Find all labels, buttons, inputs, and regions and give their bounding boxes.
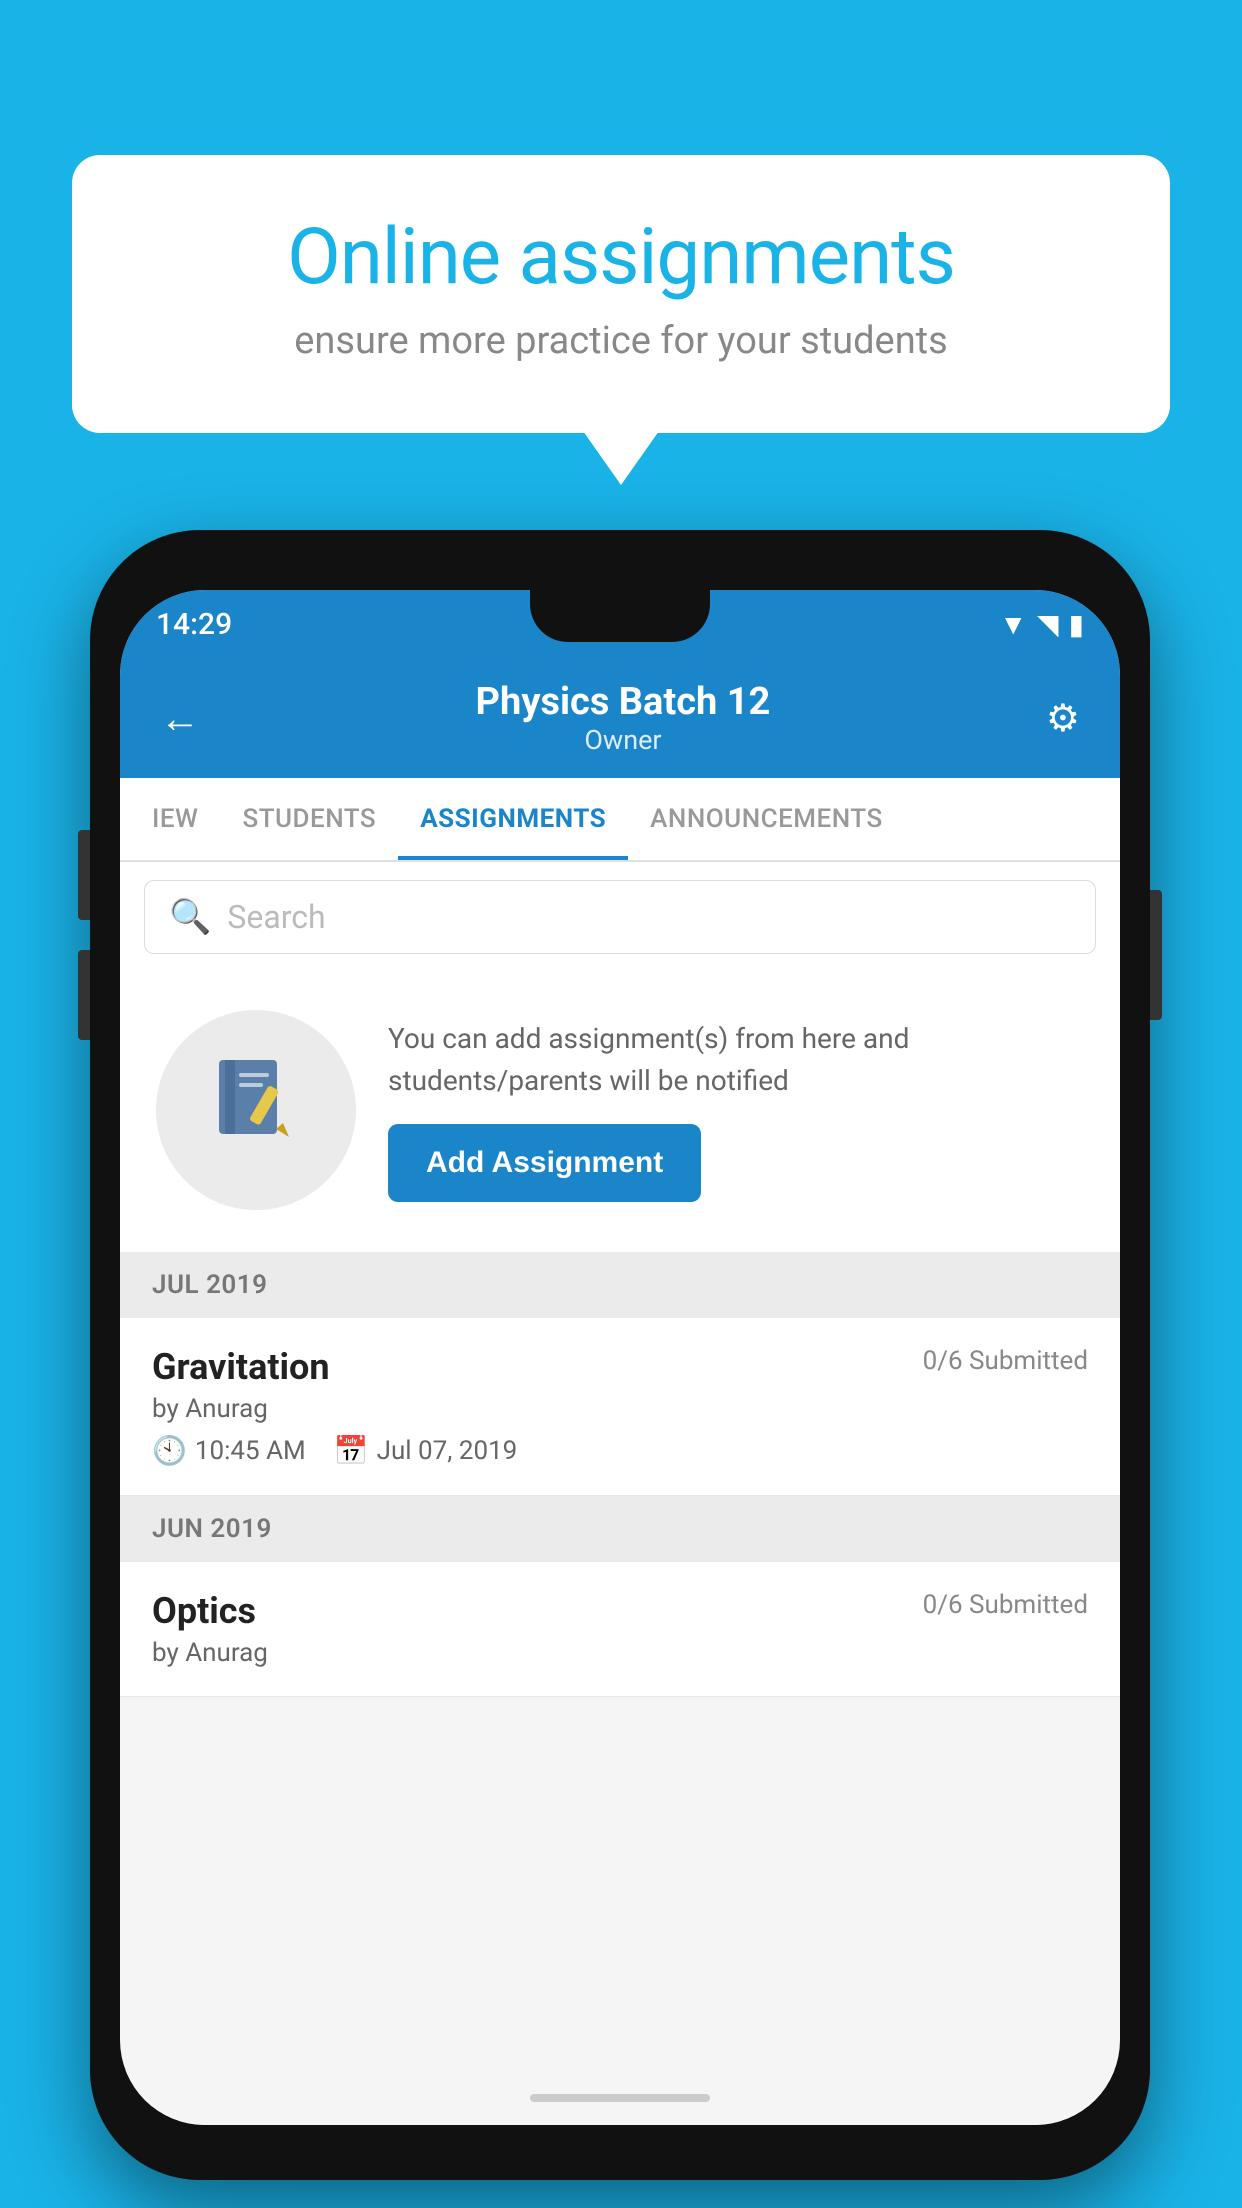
assignment-submitted-optics: 0/6 Submitted [923, 1590, 1088, 1620]
status-time: 14:29 [156, 607, 232, 642]
assignment-title-optics: Optics [152, 1590, 256, 1632]
speech-bubble: Online assignments ensure more practice … [72, 155, 1170, 433]
assignment-title: Gravitation [152, 1346, 330, 1388]
month-header-jul: JUL 2019 [120, 1252, 1120, 1318]
assignment-icon-circle [156, 1010, 356, 1210]
search-container: 🔍 Search [120, 862, 1120, 972]
assignment-top-row-optics: Optics 0/6 Submitted [152, 1590, 1088, 1632]
tab-bar: IEW STUDENTS ASSIGNMENTS ANNOUNCEMENTS [120, 778, 1120, 862]
battery-icon: ▮ [1069, 608, 1084, 641]
assignment-top-row: Gravitation 0/6 Submitted [152, 1346, 1088, 1388]
assignment-time: 🕙 10:45 AM [152, 1434, 306, 1467]
add-prompt-card: You can add assignment(s) from here and … [120, 972, 1120, 1252]
phone-screen: 14:29 ▼ ◥ ▮ ← Physics Batch 12 Owner ⚙ I… [120, 590, 1120, 2125]
header-title-group: Physics Batch 12 Owner [200, 680, 1046, 756]
assignment-author: by Anurag [152, 1394, 1088, 1424]
tab-students[interactable]: STUDENTS [220, 778, 398, 860]
add-assignment-button[interactable]: Add Assignment [388, 1124, 701, 1202]
settings-icon[interactable]: ⚙ [1046, 696, 1080, 741]
status-icons: ▼ ◥ ▮ [999, 608, 1084, 641]
speech-bubble-title: Online assignments [152, 215, 1090, 301]
tab-announcements[interactable]: ANNOUNCEMENTS [628, 778, 905, 860]
phone-frame: 14:29 ▼ ◥ ▮ ← Physics Batch 12 Owner ⚙ I… [90, 530, 1150, 2180]
search-input-wrapper[interactable]: 🔍 Search [144, 880, 1096, 954]
phone-notch [530, 590, 710, 642]
assignment-date: 📅 Jul 07, 2019 [334, 1434, 518, 1467]
volume-down-button[interactable] [78, 950, 90, 1040]
app-header: ← Physics Batch 12 Owner ⚙ [120, 658, 1120, 778]
search-input[interactable]: Search [227, 898, 325, 936]
search-icon: 🔍 [169, 897, 211, 937]
home-bar [530, 2094, 710, 2102]
header-title: Physics Batch 12 [200, 680, 1046, 724]
home-indicator [120, 2070, 1120, 2125]
tab-iew[interactable]: IEW [130, 778, 220, 860]
tab-assignments[interactable]: ASSIGNMENTS [398, 778, 628, 860]
assignment-submitted: 0/6 Submitted [923, 1346, 1088, 1376]
volume-up-button[interactable] [78, 830, 90, 920]
add-prompt-content: You can add assignment(s) from here and … [388, 1018, 1084, 1202]
add-prompt-description: You can add assignment(s) from here and … [388, 1018, 1084, 1102]
signal-icon: ◥ [1037, 608, 1059, 641]
header-subtitle: Owner [200, 724, 1046, 756]
assignment-author-optics: by Anurag [152, 1638, 1088, 1668]
wifi-icon: ▼ [999, 608, 1027, 641]
speech-bubble-subtitle: ensure more practice for your students [152, 319, 1090, 363]
back-button[interactable]: ← [160, 695, 200, 742]
power-button[interactable] [1150, 890, 1162, 1020]
clock-icon: 🕙 [152, 1434, 187, 1467]
calendar-icon: 📅 [334, 1434, 369, 1467]
assignment-item-gravitation[interactable]: Gravitation 0/6 Submitted by Anurag 🕙 10… [120, 1318, 1120, 1496]
assignment-meta: 🕙 10:45 AM 📅 Jul 07, 2019 [152, 1434, 1088, 1467]
notebook-icon [211, 1055, 301, 1165]
month-header-jun: JUN 2019 [120, 1496, 1120, 1562]
assignment-item-optics[interactable]: Optics 0/6 Submitted by Anurag [120, 1562, 1120, 1697]
